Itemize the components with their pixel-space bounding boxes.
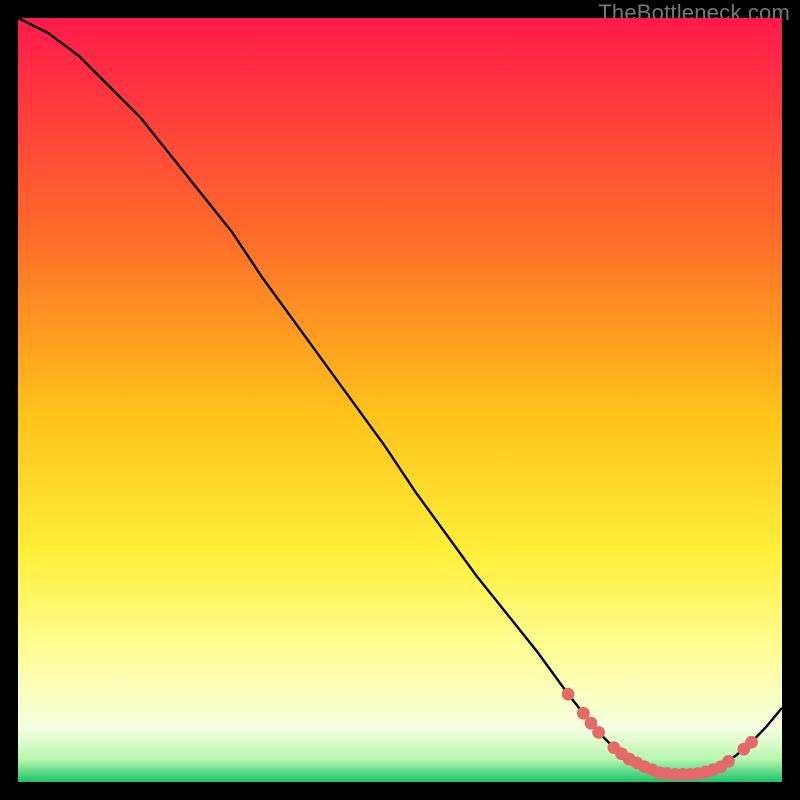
highlight-dot xyxy=(722,755,735,768)
plot-area xyxy=(18,18,782,782)
highlight-dot xyxy=(562,688,575,701)
gradient-background xyxy=(18,18,782,782)
highlight-dot xyxy=(592,726,605,739)
plot-svg xyxy=(18,18,782,782)
chart-frame: TheBottleneck.com xyxy=(0,0,800,800)
highlight-dot xyxy=(745,736,758,749)
